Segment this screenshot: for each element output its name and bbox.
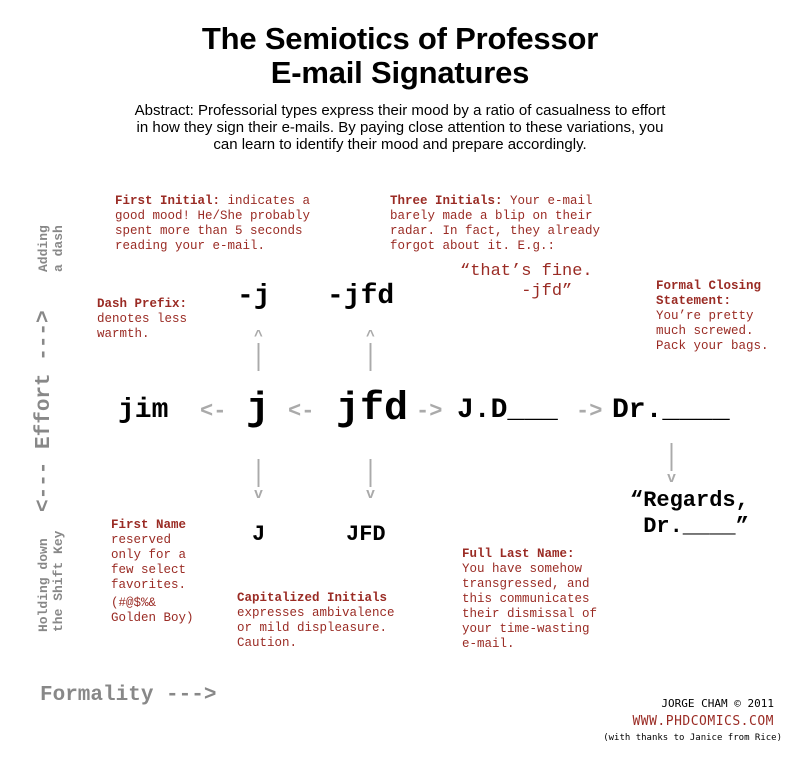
arrow-to-jd: -> <box>416 399 443 424</box>
note-first-initial-head: First Initial: <box>115 194 221 208</box>
abstract-line-1: Abstract: Professorial types express the… <box>134 102 666 119</box>
signature-jfd: jfd <box>336 387 409 432</box>
note-full-last-name: Full Last Name: You have somehow transgr… <box>462 547 597 652</box>
arrow-down-dr: | | v <box>667 442 677 487</box>
note-first-name: First Name reserved only for a few selec… <box>111 518 186 593</box>
comic-title-line-1: The Semiotics of Professor <box>201 21 599 56</box>
credit-author: JORGE CHAM © 2011 <box>661 697 774 710</box>
arrow-to-j: <- <box>288 399 315 424</box>
arrow-down-j: | | v <box>254 458 264 503</box>
abstract-line-3: can learn to identify their mood and pre… <box>213 136 587 153</box>
signature-jd: J.D___ <box>457 395 558 426</box>
signature-cap-jfd: JFD <box>346 522 386 547</box>
arrow-to-dr: -> <box>576 399 603 424</box>
note-dash-prefix-body: denotes less warmth. <box>97 312 188 341</box>
formality-axis-label: Formality ---> <box>40 684 217 707</box>
note-dash-prefix-head: Dash Prefix: <box>97 297 188 311</box>
note-first-name-head: First Name <box>111 518 187 532</box>
arrow-down-jfd: | | v <box>366 458 376 503</box>
comic-title-line-2: E-mail Signatures <box>270 55 530 90</box>
signature-cap-j: J <box>252 522 266 547</box>
signature-dash-jfd: -jfd <box>327 281 395 312</box>
effort-axis-label: <--- Effort ---> <box>33 310 56 512</box>
adding-dash-axis-label: Adding a dash <box>36 225 66 272</box>
example-regards: “Regards, Dr.____” <box>630 488 749 539</box>
arrow-up-j: ^ | | <box>254 328 264 373</box>
note-full-last-name-body: You have somehow transgressed, and this … <box>462 562 598 651</box>
example-thats-fine: “that’s fine. -jfd” <box>460 262 593 301</box>
note-formal-closing-head: Formal Closing Statement: <box>656 279 762 308</box>
note-full-last-name-head: Full Last Name: <box>462 547 575 561</box>
note-first-initial: First Initial: indicates a good mood! He… <box>115 194 310 254</box>
arrow-up-jfd: ^ | | <box>366 328 376 373</box>
note-formal-closing-body: You’re pretty much screwed. Pack your ba… <box>656 309 769 353</box>
abstract-line-2: in how they sign their e-mails. By payin… <box>136 119 664 136</box>
note-first-name-aside: (#@$%& Golden Boy) <box>111 596 194 625</box>
note-first-name-body: reserved only for a few select favorites… <box>111 533 187 592</box>
signature-dash-j: -j <box>237 281 271 312</box>
note-capitalized-body: expresses ambivalence or mild displeasur… <box>237 606 395 650</box>
note-dash-prefix: Dash Prefix: denotes less warmth. <box>97 297 187 342</box>
shift-key-axis-label: Holding down the Shift Key <box>36 530 66 632</box>
arrow-to-jim: <- <box>200 399 227 424</box>
note-three-initials-head: Three Initials: <box>390 194 503 208</box>
note-three-initials: Three Initials: Your e-mail barely made … <box>390 194 600 254</box>
credit-thanks: (with thanks to Janice from Rice) <box>603 733 782 743</box>
signature-jim: jim <box>118 395 169 426</box>
signature-dr: Dr.____ <box>612 395 730 426</box>
note-capitalized-initials: Capitalized Initials expresses ambivalen… <box>237 591 395 651</box>
note-capitalized-head: Capitalized Initials <box>237 591 388 605</box>
credit-site: WWW.PHDCOMICS.COM <box>632 714 774 729</box>
note-formal-closing: Formal Closing Statement: You’re pretty … <box>656 279 769 354</box>
signature-j: j <box>246 387 271 432</box>
